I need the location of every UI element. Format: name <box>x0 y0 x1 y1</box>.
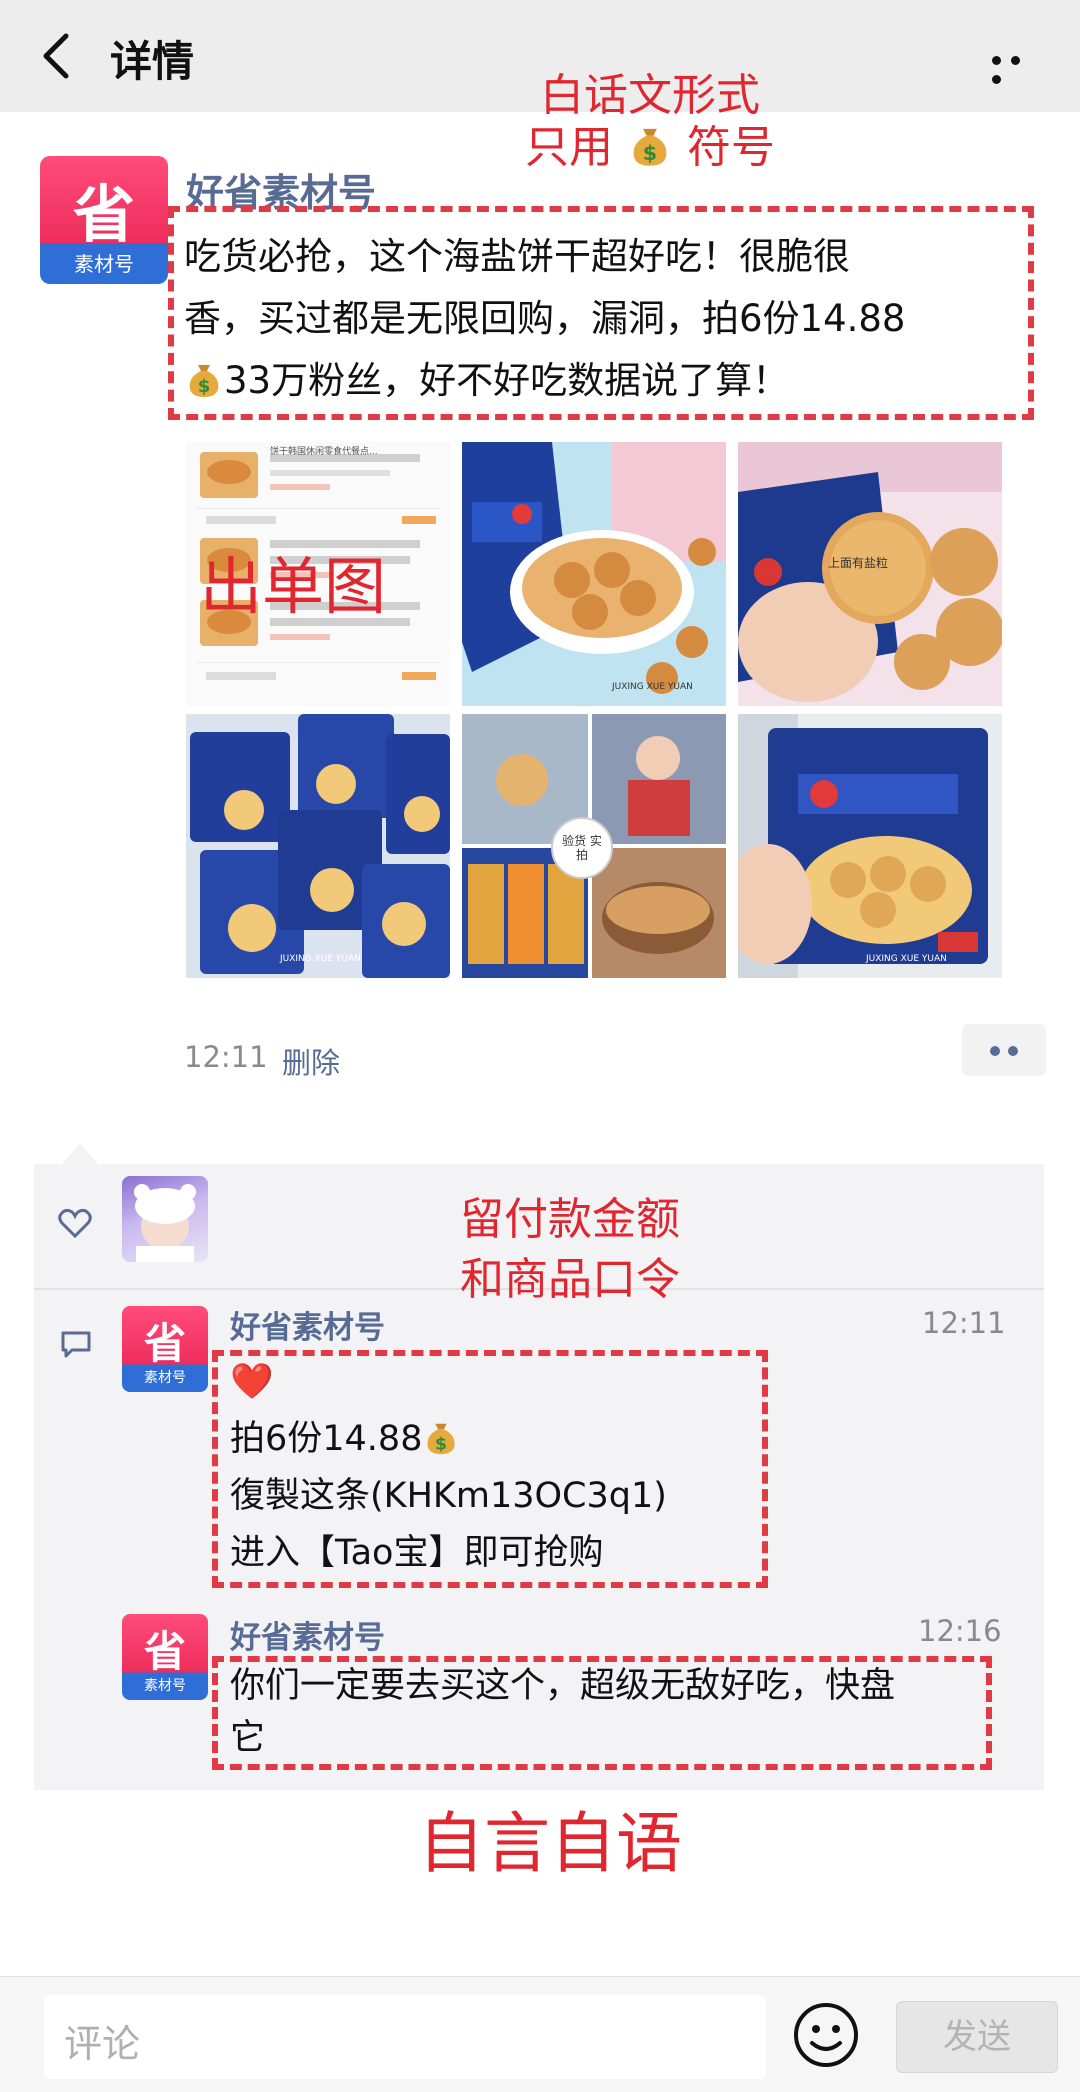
money-bag-icon: $ <box>189 365 219 397</box>
logo-tag: 素材号 <box>74 252 134 276</box>
annotation-text: 符号 <box>687 122 775 173</box>
comment-author-name[interactable]: 好省素材号 <box>230 1612 385 1657</box>
cookies-in-cup-image <box>462 442 726 706</box>
cookie-in-hand-image <box>738 442 1002 706</box>
comment-icon <box>61 1331 91 1358</box>
image-caption: 验货 实拍 <box>562 834 602 862</box>
annotation-self-talk: 自言自语 <box>418 1805 682 1882</box>
post-time: 12:11 <box>184 1040 268 1074</box>
post-image-bag-in-hand[interactable]: JUXING XUE YUAN <box>738 714 1002 978</box>
svg-text:$: $ <box>198 376 211 397</box>
post-text-line: $ 33万粉丝，好不好吃数据说了算！ <box>184 350 1034 412</box>
post-text: 吃货必抢，这个海盐饼干超好吃！很脆很 香，买过都是无限回购，漏洞，拍6份14.8… <box>184 226 1034 412</box>
comment-line: 它 <box>230 1718 266 1758</box>
back-chevron-icon[interactable] <box>28 26 88 86</box>
like-comment-menu-button[interactable] <box>962 1024 1046 1076</box>
annotation-plain-style: 白话文形式 只用 $ 符号 <box>500 70 800 174</box>
emoji-icon[interactable] <box>792 2001 860 2069</box>
annotation-line: 和商品口令 <box>460 1254 680 1305</box>
image-caption: JUXING XUE YUAN <box>866 954 947 964</box>
liker-avatar[interactable] <box>122 1176 208 1262</box>
comment-input[interactable]: 评论 <box>44 1995 766 2079</box>
svg-text:$: $ <box>643 141 657 165</box>
bag-in-hand-image <box>738 714 1002 978</box>
logo-glyph: 省 <box>72 178 135 251</box>
page-title: 详情 <box>110 37 195 86</box>
post-image-cookies-in-cup[interactable]: JUXING XUE YUAN <box>462 442 726 706</box>
comment-text: 你们一定要去买这个，超级无敌好吃，快盘 它 <box>230 1660 990 1764</box>
post-image-cookie-bags-pile[interactable]: JUXING XUE YUAN <box>186 714 450 978</box>
money-bag-icon: $ <box>633 128 667 166</box>
image-caption: 饼干韩国休闲零食代餐点... <box>270 447 378 457</box>
annotation-line: 只用 $ 符号 <box>500 122 800 174</box>
post-text-span: 33万粉丝，好不好吃数据说了算！ <box>224 359 790 402</box>
heart-outline-icon <box>58 1208 92 1238</box>
send-button[interactable]: 发送 <box>896 2001 1058 2073</box>
comment-author-name[interactable]: 好省素材号 <box>230 1302 385 1347</box>
post-image-buyer-collage[interactable]: 验货 实拍 <box>462 714 726 978</box>
post-image-cookie-in-hand[interactable]: 上面有盐粒 <box>738 442 1002 706</box>
post-author-avatar[interactable]: 省 素材号 <box>40 156 168 284</box>
money-bag-icon: $ <box>427 1423 456 1454</box>
annotation-line: 白话文形式 <box>540 70 760 121</box>
post-image-grid: 饼干韩国休闲零食代餐点... JUXING XUE YUAN 上面有盐粒 JUX… <box>186 442 1004 978</box>
logo-glyph: 省 <box>143 1319 186 1368</box>
comment-author-avatar[interactable]: 省 素材号 <box>122 1614 208 1700</box>
comment-line-text: 拍6份14.88 <box>230 1419 423 1459</box>
image-caption: JUXING XUE YUAN <box>280 954 361 964</box>
liker-avatar-image <box>134 1184 196 1262</box>
annotation-text: 只用 <box>525 122 613 173</box>
comment-line: 你们一定要去买这个，超级无敌好吃，快盘 <box>230 1666 896 1706</box>
comment-line: 拍6份14.88 $ <box>230 1411 760 1468</box>
comment-line: 进入【Tao宝】即可抢购 <box>230 1533 604 1573</box>
comment-line: 復製这条(KHKm13OC3q1) <box>230 1476 667 1516</box>
image-caption: JUXING XUE YUAN <box>612 682 693 692</box>
logo-tag: 素材号 <box>144 1678 186 1694</box>
annotation-line: 留付款金额 <box>460 1194 680 1245</box>
heart-emoji: ❤️ <box>230 1362 274 1402</box>
comment-author-avatar[interactable]: 省 素材号 <box>122 1306 208 1392</box>
comment-time: 12:11 <box>922 1306 1006 1340</box>
post-text-line: 吃货必抢，这个海盐饼干超好吃！很脆很 <box>184 235 850 278</box>
cookie-bags-pile-image <box>186 714 450 978</box>
logo-glyph: 省 <box>143 1627 186 1676</box>
image-caption: 上面有盐粒 <box>828 556 889 570</box>
delete-link[interactable]: 删除 <box>282 1040 340 1082</box>
comment-text: ❤️ 拍6份14.88 $ 復製这条(KHKm13OC3q1) 进入【Tao宝】… <box>230 1354 760 1582</box>
logo-tag: 素材号 <box>144 1370 186 1386</box>
comment-input-bar: 评论 发送 <box>0 1976 1080 2092</box>
comments-notch <box>62 1144 98 1164</box>
annotation-payment-code: 留付款金额 和商品口令 <box>400 1190 740 1310</box>
annotation-order-image: 出单图 <box>200 550 387 623</box>
more-dots-icon[interactable] <box>992 50 1044 84</box>
svg-text:$: $ <box>436 1434 448 1454</box>
post-text-line: 香，买过都是无限回购，漏洞，拍6份14.88 <box>184 297 906 340</box>
comment-time: 12:16 <box>918 1614 1002 1648</box>
